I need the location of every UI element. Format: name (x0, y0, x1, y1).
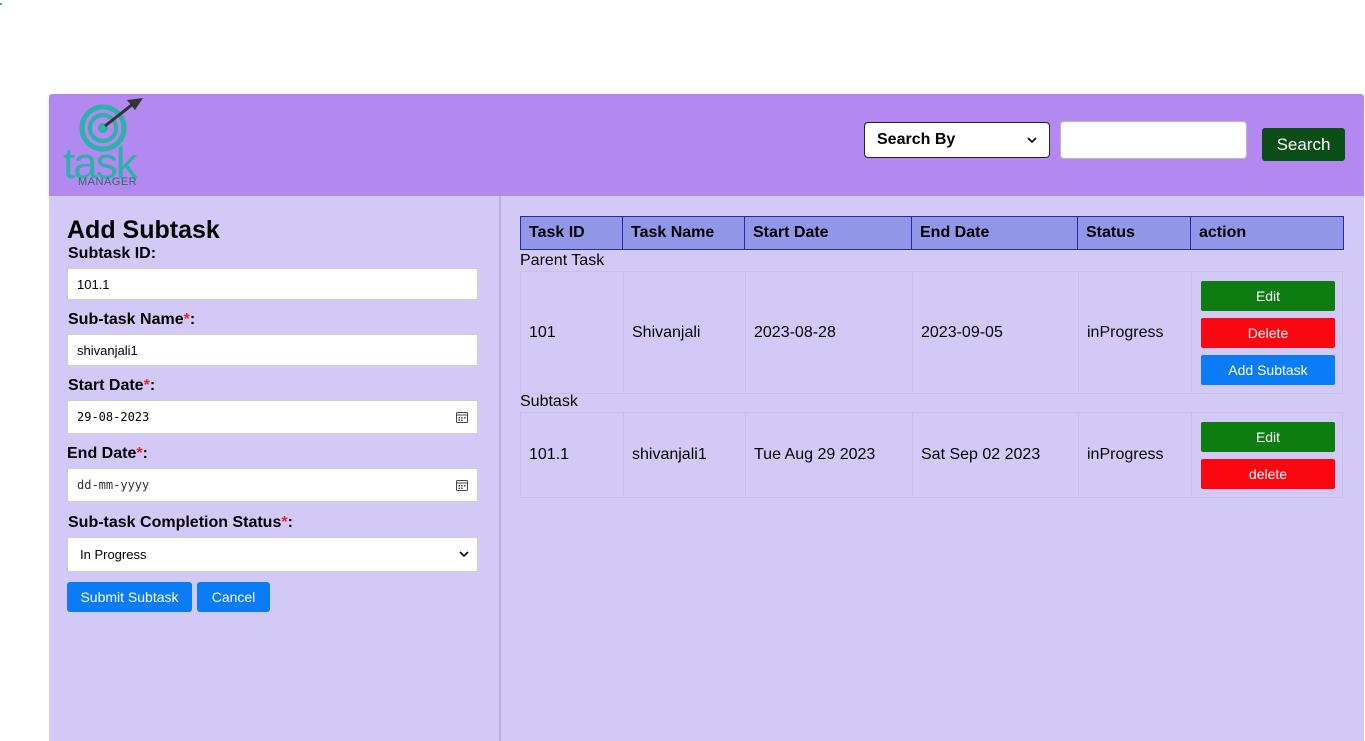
column-header-start-date: Start Date (745, 216, 912, 250)
chevron-down-icon (459, 551, 469, 558)
cell-task-id: 101 (521, 272, 624, 393)
add-subtask-button[interactable]: Add Subtask (1201, 355, 1335, 385)
table-header-row: Task ID Task Name Start Date End Date St… (520, 216, 1344, 252)
label-colon: : (189, 311, 196, 328)
task-table-panel: Task ID Task Name Start Date End Date St… (499, 196, 1364, 741)
label-colon: : (287, 514, 293, 531)
subtask-name-value: shivanjali1 (77, 342, 138, 358)
cell-start-date: 2023-08-28 (746, 272, 913, 393)
app-container: task MANAGER Search By Search Add Subtas… (49, 94, 1364, 741)
column-header-action: action (1191, 216, 1344, 250)
status-selected-value: In Progress (80, 547, 147, 562)
search-by-label: Search By (877, 131, 956, 148)
edit-button[interactable]: Edit (1201, 281, 1335, 311)
calendar-icon[interactable] (456, 411, 468, 423)
end-date-label: End Date*: (67, 445, 148, 463)
table-row-subtask: 101.1 shivanjali1 Tue Aug 29 2023 Sat Se… (520, 412, 1343, 498)
add-subtask-panel: Add Subtask Subtask ID: 101.1 Sub-task N… (49, 196, 499, 741)
submit-subtask-button[interactable]: Submit Subtask (67, 582, 192, 612)
column-header-task-id: Task ID (520, 216, 623, 250)
calendar-icon[interactable] (456, 479, 468, 491)
status-label-text: Sub-task Completion Status (68, 514, 282, 531)
end-date-field[interactable]: dd-mm-yyyy (67, 468, 478, 502)
delete-button[interactable]: Delete (1201, 318, 1335, 348)
start-date-value: 29-08-2023 (77, 410, 150, 424)
cancel-button[interactable]: Cancel (197, 582, 270, 612)
subtask-name-label: Sub-task Name*: (68, 311, 195, 329)
edit-button[interactable]: Edit (1201, 422, 1335, 452)
column-header-task-name: Task Name (623, 216, 745, 250)
cell-task-id: 101.1 (521, 413, 624, 497)
cell-start-date: Tue Aug 29 2023 (746, 413, 913, 497)
parent-task-label: Parent Task (520, 252, 605, 269)
cell-end-date: 2023-09-05 (913, 272, 1079, 393)
header-bar: task MANAGER Search By Search (49, 94, 1364, 196)
form-title: Add Subtask (67, 216, 220, 244)
app-logo[interactable]: task MANAGER (63, 98, 163, 192)
column-header-end-date: End Date (912, 216, 1078, 250)
chevron-down-icon (1027, 136, 1037, 143)
start-date-label: Start Date*: (68, 377, 155, 395)
search-by-select[interactable]: Search By (864, 122, 1050, 158)
search-input[interactable] (1060, 121, 1247, 159)
status-label: Sub-task Completion Status*: (68, 514, 293, 532)
start-date-field[interactable]: 29-08-2023 (67, 400, 478, 434)
logo-subtitle: MANAGER (78, 176, 138, 188)
subtask-section-label: Subtask (520, 393, 578, 410)
subtask-id-field[interactable]: 101.1 (67, 268, 478, 300)
end-date-placeholder: dd-mm-yyyy (77, 478, 150, 492)
delete-button[interactable]: delete (1201, 459, 1335, 489)
status-select[interactable]: In Progress (67, 537, 478, 572)
end-date-label-text: End Date (67, 445, 137, 462)
start-date-label-text: Start Date (68, 377, 144, 394)
subtask-name-label-text: Sub-task Name (68, 311, 184, 328)
cell-task-name: shivanjali1 (624, 413, 746, 497)
table-row-parent: 101 Shivanjali 2023-08-28 2023-09-05 inP… (520, 271, 1343, 394)
subtask-id-value: 101.1 (77, 276, 110, 292)
cell-end-date: Sat Sep 02 2023 (913, 413, 1079, 497)
subtask-id-label: Subtask ID: (68, 245, 157, 262)
corner-dot (0, 3, 2, 5)
search-button[interactable]: Search (1262, 128, 1345, 161)
cell-status: inProgress (1079, 272, 1192, 393)
label-colon: : (149, 377, 156, 394)
cell-status: inProgress (1079, 413, 1192, 497)
column-header-status: Status (1078, 216, 1191, 250)
cell-task-name: Shivanjali (624, 272, 746, 393)
label-colon: : (142, 445, 148, 462)
subtask-name-field[interactable]: shivanjali1 (67, 334, 478, 366)
